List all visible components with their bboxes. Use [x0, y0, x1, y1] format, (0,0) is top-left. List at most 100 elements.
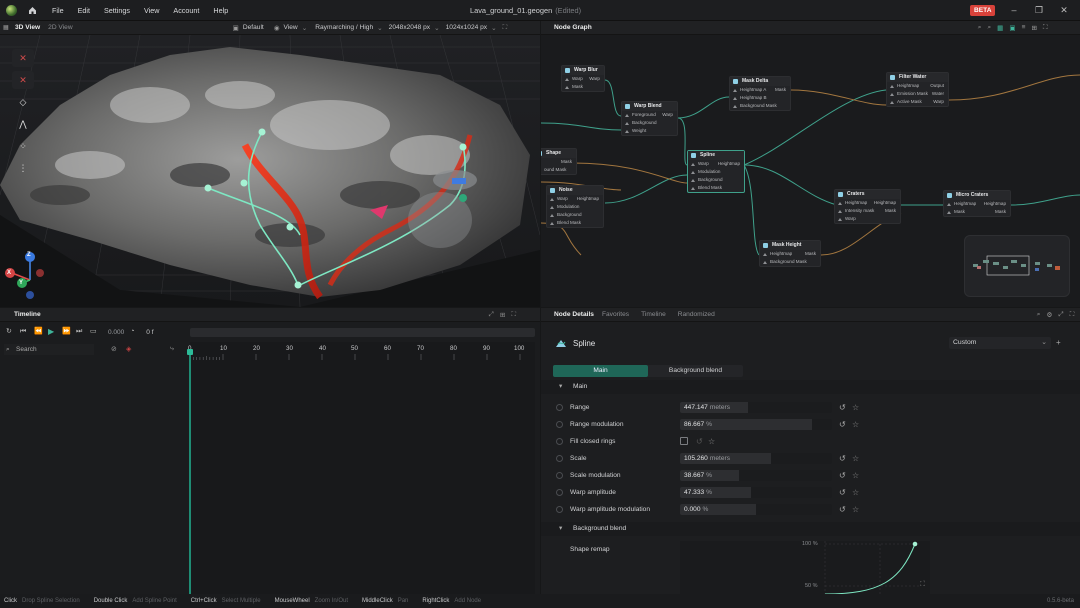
timeline-scrollbar[interactable]	[190, 328, 535, 337]
node-input[interactable]: Heightmap	[770, 250, 792, 258]
loop-icon[interactable]: ↻	[6, 328, 14, 336]
fullscreen-icon[interactable]: ⛶	[1043, 24, 1048, 32]
filter-icon[interactable]: ≡	[1022, 24, 1026, 31]
node-input[interactable]: Warp	[698, 160, 709, 168]
star-icon[interactable]: ☆	[852, 505, 859, 514]
menu-view[interactable]: View	[137, 6, 166, 15]
expand-graph-icon[interactable]: ⛶	[920, 581, 925, 589]
node-input[interactable]: Foreground	[632, 111, 656, 119]
favorite-radio[interactable]	[556, 472, 563, 479]
tab-timeline-details[interactable]: Timeline	[637, 311, 670, 318]
node-input[interactable]: Active Mask	[897, 98, 922, 106]
node-noise[interactable]: Noise Warp Heightmap Modulation Backgroun…	[546, 185, 604, 228]
zoom-icon[interactable]: ⌕	[987, 24, 991, 32]
section-main[interactable]: ▾ Main	[541, 380, 1080, 394]
settings-icon[interactable]: ⚙	[1046, 311, 1052, 319]
property-slider[interactable]: 447.147 meters	[680, 402, 832, 413]
star-icon[interactable]: ☆	[852, 488, 859, 497]
node-input[interactable]: Heightmap	[897, 82, 919, 90]
menu-edit[interactable]: Edit	[71, 6, 97, 15]
node-input[interactable]: Heightmap	[845, 199, 867, 207]
reset-icon[interactable]: ↺	[839, 505, 846, 514]
tab-2d-view[interactable]: 2D View	[44, 24, 76, 31]
shape-remap-curve[interactable]: 100 % 50 % ⛶	[680, 541, 930, 594]
node-input[interactable]: Mask	[954, 208, 965, 216]
node-mask-delta[interactable]: Mask Delta Heightmap A Mask Heightmap B B…	[729, 76, 791, 111]
node-input[interactable]: Background	[632, 119, 657, 127]
favorite-radio[interactable]	[556, 421, 563, 428]
node-filter-water[interactable]: Filter Water Heightmap Output Emission Ma…	[886, 72, 949, 107]
node-input[interactable]: Background	[557, 211, 582, 219]
reset-icon[interactable]: ↺	[839, 420, 846, 429]
image-icon[interactable]: ▣	[1009, 24, 1015, 32]
render-quality-dropdown[interactable]: Raymarching / High	[311, 24, 377, 31]
tab-node-graph[interactable]: Node Graph	[550, 24, 596, 31]
node-mask-height[interactable]: Mask Height Heightmap Mask Background Mas…	[759, 240, 821, 267]
node-craters[interactable]: Craters Heightmap Heightmap Intensity mas…	[834, 189, 901, 224]
property-slider[interactable]: 0.000%	[680, 504, 832, 515]
fullscreen-icon[interactable]: ⛶	[503, 24, 508, 32]
node-input[interactable]: Mask	[572, 83, 583, 91]
fullscreen-icon[interactable]: ⛶	[511, 311, 516, 319]
viewport-3d[interactable]: Z Y X ✕ ✕ ◇ ⋀ ⁘ ⋮	[0, 35, 540, 307]
step-forward-icon[interactable]: ⏩	[62, 328, 71, 336]
menu-help[interactable]: Help	[206, 6, 235, 15]
node-output[interactable]: Mask	[885, 207, 896, 215]
timeline-track-area[interactable]	[190, 342, 535, 594]
link-icon[interactable]: ⊘	[111, 345, 117, 353]
star-icon[interactable]: ☆	[852, 403, 859, 412]
preset-dropdown[interactable]: Custom ⌄	[949, 337, 1051, 349]
node-input[interactable]: Heightmap A	[740, 86, 766, 94]
pin-icon[interactable]: ⊞	[500, 311, 506, 319]
menu-file[interactable]: File	[45, 6, 71, 15]
spline-tool-icon[interactable]: ⋀	[12, 115, 34, 133]
reset-icon[interactable]: ↺	[839, 454, 846, 463]
node-input[interactable]: Weight	[632, 127, 646, 135]
node-input[interactable]: Heightmap	[954, 200, 976, 208]
resolution-3d-dropdown[interactable]: 2048x2048 px	[385, 24, 434, 31]
property-slider[interactable]: 47.333%	[680, 487, 832, 498]
node-output[interactable]: Mask	[995, 208, 1006, 216]
tab-randomized[interactable]: Randomized	[674, 311, 719, 318]
node-input[interactable]: Blend Mask	[698, 184, 722, 192]
node-output[interactable]: Output	[930, 82, 944, 90]
favorite-radio[interactable]	[556, 489, 563, 496]
delete-point-icon[interactable]: ✕	[12, 71, 34, 89]
node-input[interactable]: Warp	[572, 75, 583, 83]
node-output[interactable]: Mask	[775, 86, 786, 94]
maximize-icon[interactable]: ❐	[1033, 4, 1045, 16]
node-input[interactable]: Modulation	[557, 203, 579, 211]
skip-start-icon[interactable]: ⏮	[20, 328, 28, 336]
node-input[interactable]: ound Mask	[544, 166, 566, 174]
subtab-main[interactable]: Main	[553, 365, 648, 377]
node-graph-canvas[interactable]: Warp Blur Warp Warp Mask Warp Blend Foreg…	[541, 35, 1080, 307]
node-output[interactable]: Heightmap	[984, 200, 1006, 208]
tab-favorites[interactable]: Favorites	[598, 311, 633, 318]
star-icon[interactable]: ☆	[708, 437, 715, 446]
minimize-icon[interactable]: –	[1008, 4, 1020, 16]
node-output[interactable]: Heightmap	[874, 199, 896, 207]
skip-end-icon[interactable]: ⏭	[76, 328, 84, 336]
curve-icon[interactable]: ⤷	[170, 345, 174, 353]
node-input[interactable]: Emission Mask	[897, 90, 928, 98]
node-input[interactable]: Background Mask	[740, 102, 777, 110]
favorite-radio[interactable]	[556, 506, 563, 513]
fill-closed-rings-checkbox[interactable]	[680, 437, 688, 445]
node-output[interactable]: Warp	[589, 75, 600, 83]
expand-icon[interactable]: ⤢	[489, 311, 494, 319]
playhead[interactable]	[187, 349, 193, 594]
frame-readout[interactable]: 0 f	[146, 329, 153, 336]
delete-icon[interactable]: ✕	[12, 49, 34, 67]
search-icon[interactable]: ⌕	[1037, 311, 1041, 319]
reset-icon[interactable]: ↺	[839, 403, 846, 412]
node-output[interactable]: Warp	[662, 111, 673, 119]
menu-settings[interactable]: Settings	[97, 6, 137, 15]
node-input[interactable]: Background Mask	[770, 258, 807, 266]
layout-icon[interactable]: ▦	[997, 24, 1003, 32]
play-icon[interactable]: ▶	[48, 328, 56, 336]
node-output[interactable]: Water	[932, 90, 944, 98]
view-dropdown[interactable]: View	[280, 24, 302, 31]
screen-icon[interactable]: ▭	[90, 328, 98, 336]
align-icon[interactable]: ⊞	[1031, 24, 1037, 32]
node-name[interactable]: Spline	[573, 339, 595, 348]
